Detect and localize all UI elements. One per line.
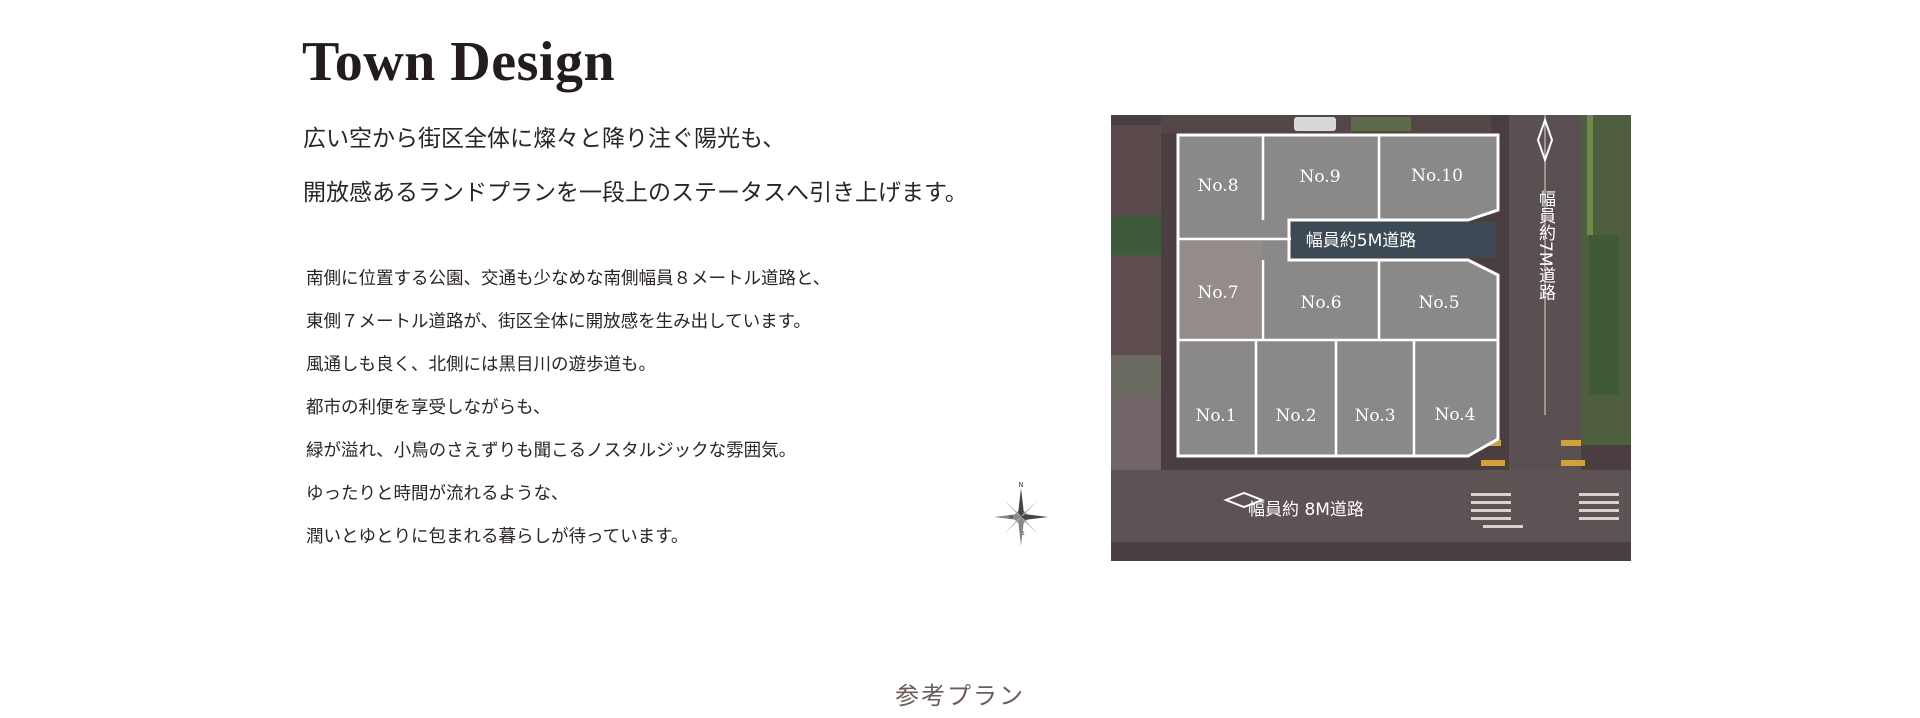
section-title: Town Design (302, 30, 616, 93)
inner-road-label: 幅員約5M道路 (1306, 231, 1416, 251)
east-road-label: 幅員約7M道路 (1535, 190, 1556, 301)
body-line: 潤いとゆとりに包まれる暮らしが待っています。 (306, 527, 689, 547)
compass-south: S (1021, 531, 1024, 537)
lead-line: 開放感あるランドプランを一段上のステータスへ引き上げます。 (303, 180, 968, 206)
body-line: ゆったりと時間が流れるような、 (306, 484, 569, 504)
body-line: 都市の利便を享受しながらも、 (306, 398, 551, 418)
lot-label: No.8 (1197, 176, 1238, 196)
lot-label: No.10 (1411, 166, 1463, 186)
compass-north: N (1018, 482, 1023, 489)
compass-west: W (1009, 515, 1014, 521)
body-line: 東側７メートル道路が、街区全体に開放感を生み出しています。 (306, 312, 811, 332)
lot-label: No.3 (1354, 406, 1395, 426)
body-line: 緑が溢れ、小鳥のさえずりも聞こるノスタルジックな雰囲気。 (306, 441, 797, 461)
lot-label: No.6 (1300, 293, 1341, 313)
reference-plan-link[interactable]: 参考プラン (0, 676, 1920, 711)
body-line: 風通しも良く、北側には黒目川の遊歩道も。 (306, 355, 656, 375)
lead-text: 広い空から街区全体に燦々と降り注ぐ陽光も、 開放感あるランドプランを一段上のステ… (303, 112, 1063, 220)
town-design-section: Town Design 広い空から街区全体に燦々と降り注ぐ陽光も、 開放感あるラ… (0, 0, 1920, 718)
body-text: 南側に位置する公園、交通も少なめな南側幅員８メートル道路と、 東側７メートル道路… (306, 258, 1026, 559)
lot-label: No.2 (1275, 406, 1316, 426)
lot-label: No.1 (1195, 406, 1236, 426)
aerial-site-plan: No.1 No.2 No.3 No.4 No.5 No.6 No.7 No.8 … (1111, 115, 1631, 561)
lot-label: No.7 (1197, 283, 1238, 303)
lot-label: No.5 (1418, 293, 1459, 313)
lot-label: No.9 (1299, 167, 1340, 187)
compass-east: E (1029, 515, 1032, 521)
body-line: 南側に位置する公園、交通も少なめな南側幅員８メートル道路と、 (306, 269, 831, 289)
compass-icon: N S E W (992, 481, 1050, 552)
south-road-label: 幅員約 8M道路 (1248, 500, 1364, 520)
lot-label: No.4 (1434, 405, 1475, 425)
lead-line: 広い空から街区全体に燦々と降り注ぐ陽光も、 (303, 126, 786, 152)
